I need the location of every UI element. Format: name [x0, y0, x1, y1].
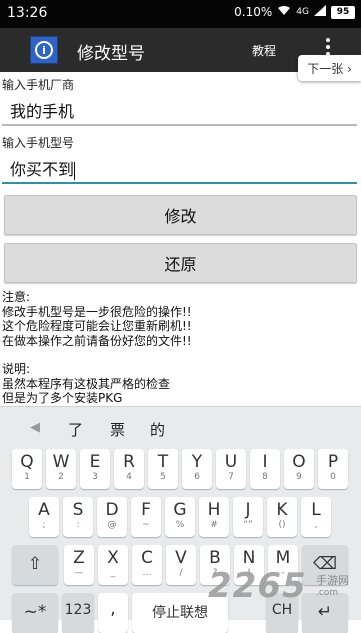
watermark-brand: 2265	[208, 566, 307, 606]
candidate-word[interactable]: 了	[68, 419, 83, 440]
notes-line: 但是为了多个安装PKG	[2, 391, 123, 405]
network-speed: 0.10%	[234, 5, 273, 19]
watermark-site: 手游网	[316, 574, 349, 587]
key-p[interactable]: P0	[318, 449, 348, 489]
key-g[interactable]: G%	[165, 497, 195, 537]
status-bar: 13:26 0.10% 4G 95	[0, 0, 361, 28]
key-w[interactable]: W2	[46, 449, 76, 489]
next-page-tip[interactable]: 下一张 ›	[298, 55, 361, 81]
status-time: 13:26	[7, 5, 48, 21]
signal-type: 4G	[296, 7, 309, 17]
modify-button[interactable]: 修改	[4, 195, 357, 235]
model-label: 输入手机型号	[2, 136, 75, 150]
key-r[interactable]: R4	[114, 449, 144, 489]
key-a[interactable]: A;	[29, 497, 59, 537]
candidate-word[interactable]: 票	[110, 419, 125, 440]
candidate-word[interactable]: 的	[150, 419, 165, 440]
key-j[interactable]: J “”	[233, 497, 263, 537]
battery-icon: 95	[331, 5, 355, 19]
key-z[interactable]: Z —	[64, 545, 94, 585]
key-f[interactable]: F ~	[131, 497, 161, 537]
cell-signal-icon	[314, 5, 326, 19]
page-title: 修改型号	[77, 44, 145, 64]
notes-line: 注意:	[2, 290, 31, 304]
notes-line: 在做本操作之前请备份好您的文件!!	[2, 333, 192, 348]
key-s[interactable]: S:	[63, 497, 93, 537]
key-v[interactable]: V /	[166, 545, 196, 585]
notes-line: 修改手机型号是一步很危险的操作!!	[2, 304, 192, 319]
key-k[interactable]: K()	[267, 497, 297, 537]
key-d[interactable]: D @	[97, 497, 127, 537]
watermark-logo: 2265 手游网 .com	[196, 566, 361, 610]
vendor-input-value: 我的手机	[10, 102, 75, 121]
key-l[interactable]: L,	[301, 497, 331, 537]
key-i[interactable]: I8	[250, 449, 280, 489]
notes-line: 说明:	[2, 362, 31, 376]
chevron-left-icon[interactable]: ◀	[30, 420, 40, 435]
tutorial-button[interactable]: 教程	[252, 42, 276, 59]
shift-key[interactable]: ⇧	[12, 545, 58, 585]
comma-key[interactable]: ,	[98, 593, 128, 633]
info-icon[interactable]: i	[30, 36, 58, 64]
notes-line: 这个危险程度可能会让您重新刷机!!	[2, 319, 192, 333]
symbols-key[interactable]: ~*	[12, 593, 58, 633]
status-indicators: 0.10% 4G 95	[234, 5, 355, 19]
key-h[interactable]: H #	[199, 497, 229, 537]
key-o[interactable]: O9	[284, 449, 314, 489]
text-caret	[74, 161, 76, 180]
key-e[interactable]: E3	[80, 449, 110, 489]
key-x[interactable]: X _	[98, 545, 128, 585]
model-input-value: 你买不到	[10, 160, 75, 179]
restore-button[interactable]: 还原	[4, 243, 357, 283]
vendor-label: 输入手机厂商	[2, 78, 75, 92]
key-u[interactable]: U7	[216, 449, 246, 489]
key-q[interactable]: Q1	[12, 449, 42, 489]
notes-line: 虽然本程序有这极其严格的检查	[2, 376, 171, 391]
wifi-icon	[277, 5, 291, 19]
key-t[interactable]: T5	[148, 449, 178, 489]
key-c[interactable]: C…	[132, 545, 162, 585]
vendor-input[interactable]: 我的手机	[2, 96, 357, 126]
watermark-domain: .com	[316, 588, 339, 598]
key-y[interactable]: Y6	[182, 449, 212, 489]
notes-text: 注意: 修改手机型号是一步很危险的操作!! 这个危险程度可能会让您重新刷机!! …	[2, 290, 192, 406]
model-input[interactable]: 你买不到	[2, 154, 357, 184]
numbers-key[interactable]: 123	[62, 593, 94, 633]
